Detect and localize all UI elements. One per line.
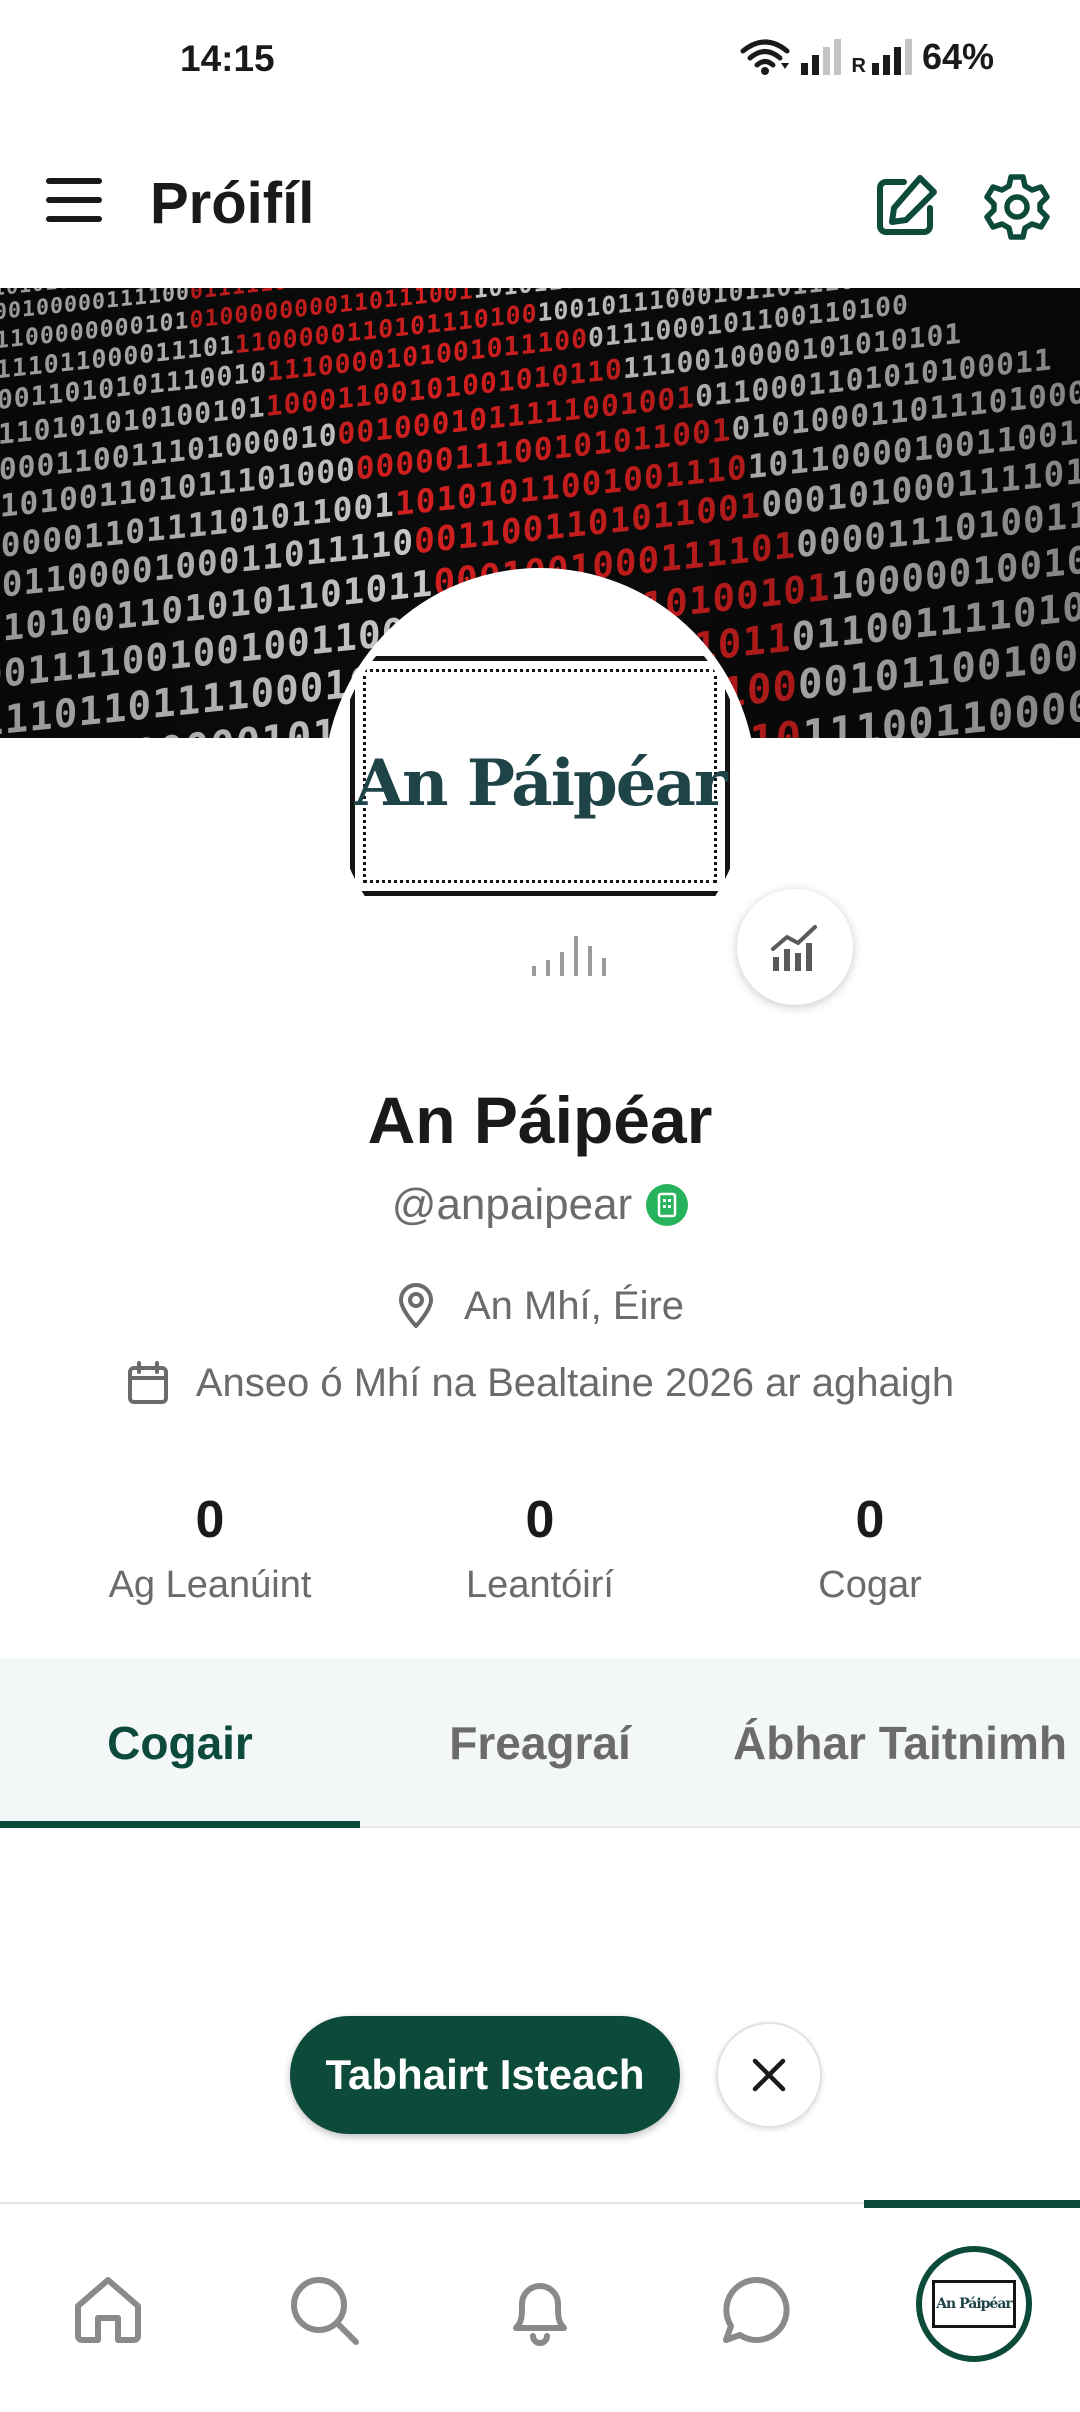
analytics-button[interactable]: [737, 889, 853, 1005]
signal-icon-sim2: [871, 39, 912, 75]
page-title: Próifíl: [150, 171, 315, 236]
stat-posts-label: Cogar: [818, 1564, 922, 1606]
close-login-prompt-button[interactable]: [716, 2022, 822, 2128]
status-bar: 14:15 R 64%: [0, 0, 1080, 120]
stat-followers-count: 0: [525, 1491, 555, 1549]
battery-percent: 64%: [921, 36, 994, 77]
stat-following-label: Ag Leanúint: [108, 1564, 312, 1606]
bell-icon: [513, 2283, 567, 2346]
nav-messages[interactable]: [708, 2262, 804, 2358]
tab-replies[interactable]: Freagraí: [360, 1658, 720, 1828]
profile-name: An Páipéar: [367, 1083, 713, 1157]
signal-icon-sim1: [801, 39, 842, 75]
profile-joined-date: Anseo ó Mhí na Bealtaine 2026 ar aghaigh: [195, 1360, 955, 1405]
profile-avatar[interactable]: An Páipéar: [324, 568, 756, 1000]
app-bar: Próifíl: [0, 120, 1080, 288]
tab-posts[interactable]: Cogair: [0, 1658, 360, 1828]
profile-tabs: Cogair Freagraí Ábhar Taitnimh: [0, 1658, 1080, 1828]
stat-posts-count: 0: [855, 1491, 885, 1549]
tab-likes[interactable]: Ábhar Taitnimh: [720, 1658, 1080, 1828]
profile-handle: @anpaipear: [391, 1180, 633, 1229]
status-icons: R 64%: [739, 36, 994, 78]
nav-active-indicator: [864, 2200, 1080, 2208]
avatar-decoration: [532, 936, 606, 976]
status-time: 14:15: [180, 38, 275, 79]
close-icon: [752, 2058, 786, 2092]
nav-profile-avatar[interactable]: An Páipéar: [916, 2246, 1032, 2362]
stat-followers[interactable]: 0 Leantóirí: [390, 1490, 690, 1607]
stat-posts[interactable]: 0 Cogar: [720, 1490, 1020, 1607]
nav-avatar-logo-text: An Páipéar: [936, 2296, 1013, 2312]
menu-icon[interactable]: [46, 178, 106, 228]
active-tab-indicator: [0, 1821, 360, 1828]
bottom-navigation: An Páipéar: [0, 2200, 1080, 2412]
search-icon: [291, 2277, 359, 2345]
verified-badge-icon[interactable]: [646, 1184, 689, 1226]
stat-following-count: 0: [195, 1491, 225, 1549]
wifi-icon: [740, 39, 790, 75]
avatar-logo-text: An Páipéar: [354, 746, 727, 821]
profile-joined-row: Anseo ó Mhí na Bealtaine 2026 ar aghaigh: [0, 1360, 1080, 1406]
calendar-icon: [127, 1361, 168, 1404]
home-icon: [75, 2277, 141, 2343]
stat-following[interactable]: 0 Ag Leanúint: [60, 1490, 360, 1607]
login-button[interactable]: Tabhairt Isteach: [290, 2016, 680, 2134]
nav-notifications[interactable]: [492, 2262, 588, 2358]
chat-icon: [723, 2276, 790, 2343]
settings-icon[interactable]: [982, 172, 1052, 242]
profile-location-row: An Mhí, Éire: [0, 1282, 1080, 1330]
analytics-icon: [771, 925, 817, 971]
nav-search[interactable]: [276, 2262, 372, 2358]
edit-icon[interactable]: [870, 172, 940, 242]
roaming-label: R: [851, 55, 866, 77]
profile-location: An Mhí, Éire: [463, 1283, 685, 1328]
nav-home[interactable]: [60, 2262, 156, 2358]
location-pin-icon: [398, 1283, 433, 1328]
profile-handle-row: @anpaipear: [0, 1180, 1080, 1230]
stat-followers-label: Leantóirí: [466, 1564, 614, 1606]
